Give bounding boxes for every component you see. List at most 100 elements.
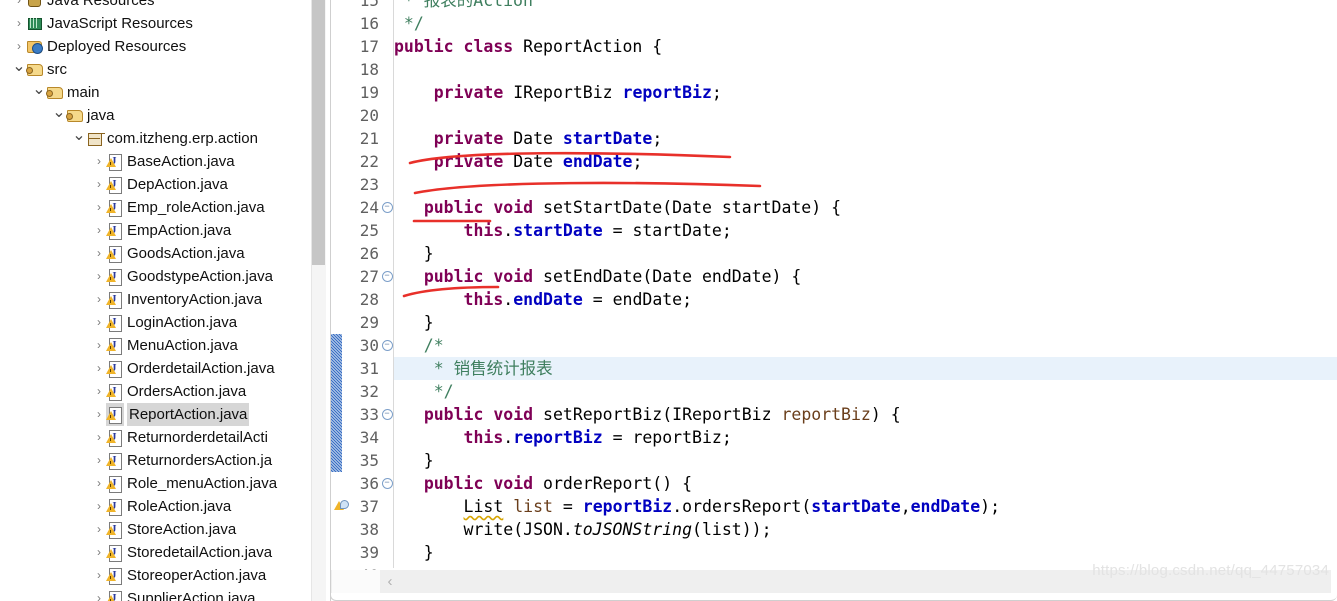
- sidebar-scrollbar-thumb[interactable]: [312, 0, 325, 265]
- code-token: toJSONString: [572, 520, 693, 539]
- package-explorer-tree[interactable]: › Java Resources › JavaScript Resources › Dep…: [0, 0, 310, 601]
- chevron-right-icon[interactable]: ›: [92, 518, 106, 541]
- tree-item-goodsaction-java[interactable]: › GoodsAction.java: [0, 242, 245, 265]
- fold-collapse-icon[interactable]: −: [381, 403, 393, 426]
- tree-item-java-resources[interactable]: › Java Resources: [0, 0, 155, 12]
- chevron-right-icon[interactable]: ›: [92, 334, 106, 357]
- tree-item-loginaction-java[interactable]: › LoginAction.java: [0, 311, 237, 334]
- fold-collapse-icon[interactable]: −: [381, 196, 393, 219]
- tree-item-depaction-java[interactable]: › DepAction.java: [0, 173, 228, 196]
- code-line[interactable]: */: [394, 380, 454, 403]
- tree-item-returnorderdetailacti[interactable]: › ReturnorderdetailActi: [0, 426, 268, 449]
- chevron-right-icon[interactable]: ›: [92, 219, 106, 242]
- code-line[interactable]: /*: [394, 334, 444, 357]
- chevron-right-icon[interactable]: ›: [92, 150, 106, 173]
- chevron-right-icon[interactable]: ›: [92, 288, 106, 311]
- code-line[interactable]: private Date endDate;: [394, 150, 643, 173]
- tree-item-returnordersaction-ja[interactable]: › ReturnordersAction.ja: [0, 449, 272, 472]
- chevron-right-icon[interactable]: ›: [92, 173, 106, 196]
- code-token: this: [463, 428, 504, 447]
- fold-collapse-icon[interactable]: −: [381, 265, 393, 288]
- code-line[interactable]: public class ReportAction {: [394, 35, 662, 58]
- chevron-right-icon[interactable]: ›: [92, 380, 106, 403]
- code-line[interactable]: private Date startDate;: [394, 127, 663, 150]
- chevron-right-icon[interactable]: ›: [92, 403, 106, 426]
- chevron-down-icon[interactable]: ⌄: [72, 127, 86, 144]
- line-number: 39: [359, 543, 379, 562]
- tree-item-ordersaction-java[interactable]: › OrdersAction.java: [0, 380, 246, 403]
- tree-item-emp-roleaction-java[interactable]: › Emp_roleAction.java: [0, 196, 265, 219]
- gutter-warning-icon[interactable]: [333, 495, 349, 518]
- chevron-down-icon[interactable]: ⌄: [32, 81, 46, 98]
- scroll-left-icon[interactable]: ‹: [379, 570, 401, 593]
- chevron-right-icon[interactable]: ›: [92, 357, 106, 380]
- code-line[interactable]: }: [394, 541, 434, 564]
- code-editor[interactable]: 15 16 17 18 19 20 21 22 23 24−25 26 27−28 29 30−31 32 3…: [330, 0, 1337, 601]
- code-line[interactable]: public void setReportBiz(IReportBiz repo…: [394, 403, 901, 426]
- tree-item-reportaction-java[interactable]: › ReportAction.java: [0, 403, 250, 426]
- code-line[interactable]: }: [394, 449, 434, 472]
- chevron-right-icon[interactable]: ›: [92, 311, 106, 334]
- chevron-right-icon[interactable]: ›: [92, 426, 106, 449]
- tree-item-goodstypeaction-java[interactable]: › GoodstypeAction.java: [0, 265, 273, 288]
- code-line[interactable]: * 销售统计报表: [394, 357, 1337, 380]
- fold-collapse-icon[interactable]: −: [381, 472, 393, 495]
- tree-item-java[interactable]: ⌄ java: [0, 104, 114, 127]
- tree-item-storedetailaction-java[interactable]: › StoredetailAction.java: [0, 541, 272, 564]
- fold-collapse-icon[interactable]: −: [381, 334, 393, 357]
- tree-item-main[interactable]: ⌄ main: [0, 81, 99, 104]
- chevron-right-icon[interactable]: ›: [92, 449, 106, 472]
- line-number: 33: [359, 405, 379, 424]
- tree-item-menuaction-java[interactable]: › MenuAction.java: [0, 334, 238, 357]
- tree-item-roleaction-java[interactable]: › RoleAction.java: [0, 495, 231, 518]
- chevron-right-icon[interactable]: ›: [12, 0, 26, 12]
- tree-item-storeoperaction-java[interactable]: › StoreoperAction.java: [0, 564, 266, 587]
- code-line[interactable]: write(JSON.toJSONString(list));: [394, 518, 772, 541]
- code-line[interactable]: * 报表的Action: [394, 0, 533, 12]
- tree-item-src[interactable]: ⌄ src: [0, 58, 67, 81]
- tree-item-label: StoreoperAction.java: [127, 567, 267, 584]
- tree-item-com-itzheng-erp-action[interactable]: ⌄ com.itzheng.erp.action: [0, 127, 258, 150]
- code-line[interactable]: this.endDate = endDate;: [394, 288, 693, 311]
- tree-item-javascript-resources[interactable]: › JavaScript Resources: [0, 12, 193, 35]
- code-line[interactable]: }: [394, 311, 434, 334]
- code-line[interactable]: public void orderReport() {: [394, 472, 692, 495]
- code-line[interactable]: public void setStartDate(Date startDate)…: [394, 196, 841, 219]
- code-line[interactable]: }: [394, 242, 434, 265]
- chevron-right-icon[interactable]: ›: [92, 587, 106, 601]
- chevron-down-icon[interactable]: ⌄: [52, 104, 66, 121]
- tree-item-supplieraction-java[interactable]: › SupplierAction.java: [0, 587, 255, 601]
- tree-item-inventoryaction-java[interactable]: › InventoryAction.java: [0, 288, 262, 311]
- chevron-right-icon[interactable]: ›: [92, 564, 106, 587]
- chevron-right-icon[interactable]: ›: [12, 35, 26, 58]
- code-text-area[interactable]: * 报表的Action */ public class ReportAction …: [394, 0, 1337, 568]
- line-number-gutter[interactable]: 15 16 17 18 19 20 21 22 23 24−25 26 27−28 29 30−31 32 3…: [334, 0, 394, 585]
- code-line[interactable]: */: [394, 12, 424, 35]
- folder-icon: [66, 104, 84, 127]
- code-line[interactable]: this.startDate = startDate;: [394, 219, 732, 242]
- code-token: Date: [513, 129, 563, 148]
- chevron-right-icon[interactable]: ›: [92, 472, 106, 495]
- tree-item-baseaction-java[interactable]: › BaseAction.java: [0, 150, 235, 173]
- chevron-down-icon[interactable]: ⌄: [12, 58, 26, 75]
- tree-item-orderdetailaction-java[interactable]: › OrderdetailAction.java: [0, 357, 275, 380]
- code-token: * 销售统计报表: [394, 359, 553, 378]
- code-line[interactable]: this.reportBiz = reportBiz;: [394, 426, 732, 449]
- tree-item-empaction-java[interactable]: › EmpAction.java: [0, 219, 231, 242]
- chevron-right-icon[interactable]: ›: [92, 242, 106, 265]
- tree-item-storeaction-java[interactable]: › StoreAction.java: [0, 518, 236, 541]
- chevron-right-icon[interactable]: ›: [92, 265, 106, 288]
- tree-item-label: ReturnorderdetailActi: [127, 429, 268, 446]
- code-line[interactable]: private IReportBiz reportBiz;: [394, 81, 722, 104]
- chevron-right-icon[interactable]: ›: [92, 541, 106, 564]
- chevron-right-icon[interactable]: ›: [12, 12, 26, 35]
- code-line[interactable]: /**: [394, 564, 454, 568]
- tree-item-role-menuaction-java[interactable]: › Role_menuAction.java: [0, 472, 277, 495]
- chevron-right-icon[interactable]: ›: [92, 495, 106, 518]
- code-line[interactable]: public void setEndDate(Date endDate) {: [394, 265, 802, 288]
- tree-item-deployed-resources[interactable]: › Deployed Resources: [0, 35, 186, 58]
- chevron-right-icon[interactable]: ›: [92, 196, 106, 219]
- code-line[interactable]: List list = reportBiz.ordersReport(start…: [394, 495, 1001, 518]
